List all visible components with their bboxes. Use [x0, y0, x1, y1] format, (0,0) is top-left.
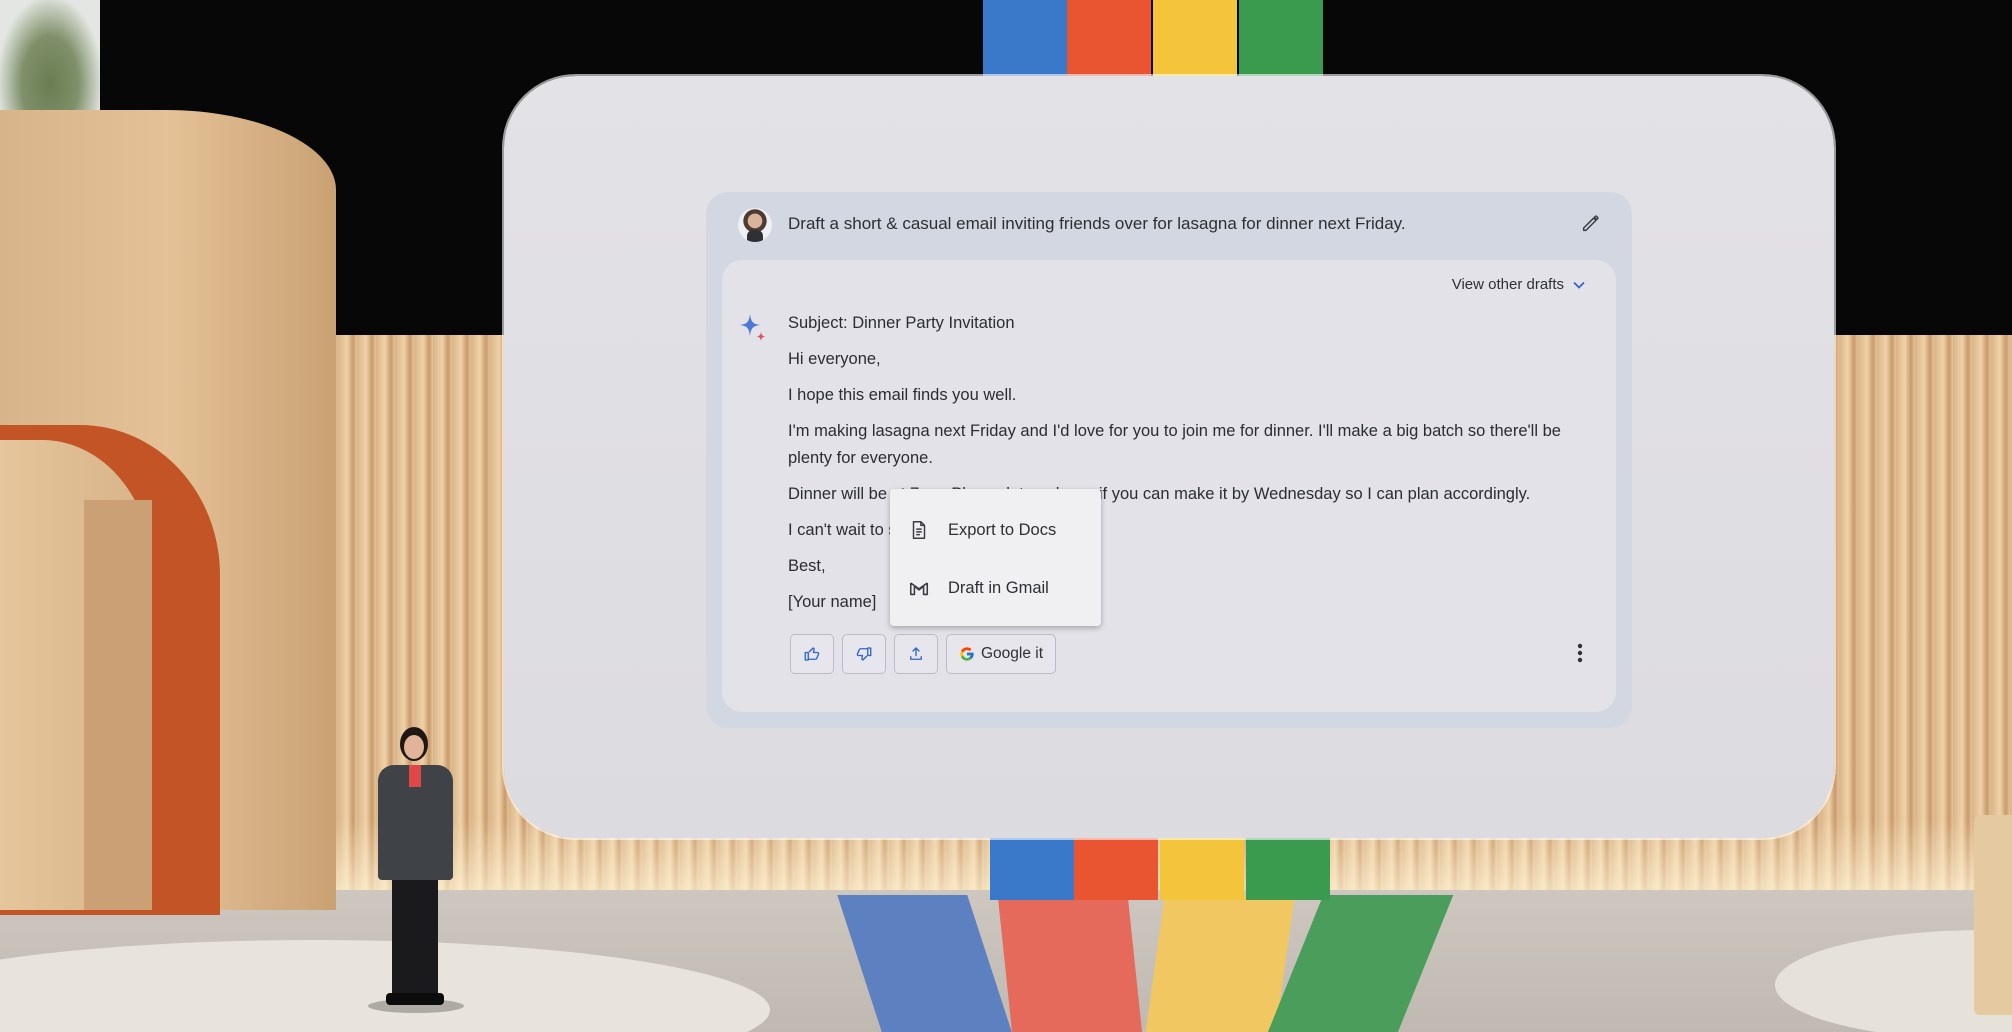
email-subject: Subject: Dinner Party Invitation: [788, 314, 1015, 332]
thumbs-down-button[interactable]: [842, 634, 886, 674]
arch-shadow: [84, 500, 152, 910]
export-to-docs-label: Export to Docs: [948, 520, 1057, 539]
bard-sparkle-icon: [740, 314, 766, 341]
draft-in-gmail-item[interactable]: Draft in Gmail: [890, 561, 1101, 615]
export-menu: Export to Docs Draft in Gmail: [890, 489, 1101, 626]
floor-stripe-red: [997, 895, 1143, 1032]
google-it-label: Google it: [981, 645, 1044, 662]
view-other-drafts-label: View other drafts: [1451, 276, 1564, 293]
green-pillar-base: [1246, 838, 1330, 900]
gmail-icon: [909, 582, 929, 596]
thumbs-up-icon: [804, 647, 820, 661]
email-paragraph: Hi everyone,: [788, 350, 881, 368]
draft-in-gmail-label: Draft in Gmail: [948, 578, 1049, 597]
share-export-button[interactable]: [894, 634, 938, 674]
pencil-icon[interactable]: [1580, 212, 1602, 234]
yellow-pillar-base: [1160, 838, 1244, 900]
chevron-down-icon: [1573, 281, 1585, 289]
yellow-pillar: [1153, 0, 1237, 78]
more-vert-icon[interactable]: [1576, 642, 1584, 664]
thumbs-up-button[interactable]: [790, 634, 834, 674]
user-prompt-row: Draft a short & casual email inviting fr…: [706, 192, 1632, 256]
bard-conversation-panel: Draft a short & casual email inviting fr…: [706, 192, 1632, 728]
red-pillar-base: [1074, 838, 1158, 900]
export-to-docs-item[interactable]: Export to Docs: [890, 503, 1101, 557]
floor-stripe-yellow: [1145, 895, 1295, 1032]
email-paragraph: I'm making lasagna next Friday and I'd l…: [788, 422, 1561, 467]
response-card: View other drafts Subject: Dinner Party …: [722, 260, 1616, 712]
blue-pillar-base: [990, 838, 1074, 900]
google-icon: [960, 647, 974, 661]
docs-icon: [912, 521, 926, 539]
thumbs-down-icon: [856, 647, 872, 661]
tree: [0, 0, 100, 120]
pedestal: [1974, 815, 2012, 1015]
blue-pillar: [983, 0, 1067, 78]
email-paragraph: I hope this email finds you well.: [788, 386, 1017, 404]
user-avatar: [738, 208, 772, 242]
prompt-text: Draft a short & casual email inviting fr…: [788, 214, 1406, 233]
red-pillar: [1067, 0, 1151, 78]
response-actions: Google it: [790, 634, 1057, 676]
green-pillar: [1239, 0, 1323, 78]
view-other-drafts-button[interactable]: View other drafts: [1452, 276, 1586, 293]
presenter: [368, 725, 464, 1015]
share-icon: [910, 647, 922, 660]
google-it-button[interactable]: Google it: [946, 634, 1057, 674]
